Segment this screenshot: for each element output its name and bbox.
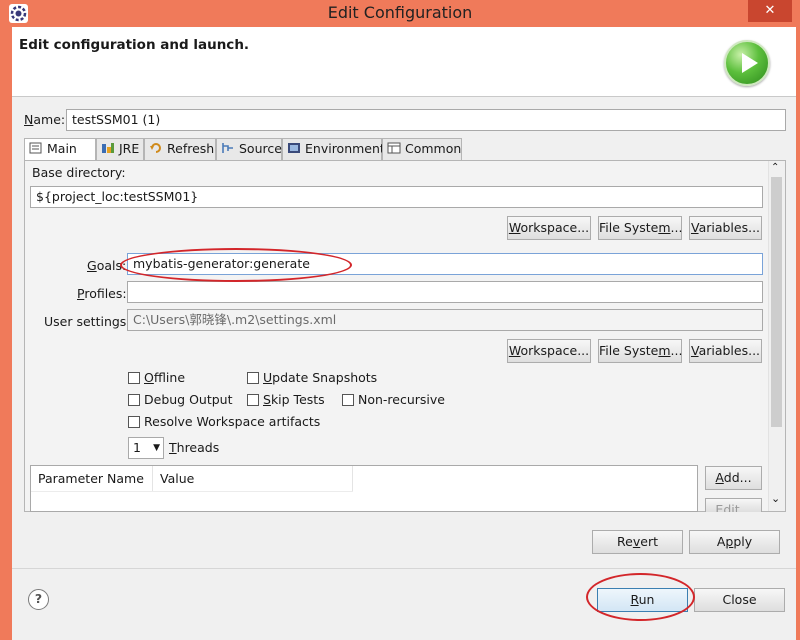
run-launch-icon	[724, 40, 770, 86]
add-button[interactable]: Add...	[705, 466, 762, 490]
jre-icon	[101, 140, 115, 153]
scrollbar-thumb[interactable]	[771, 177, 782, 427]
name-label: Name:	[24, 112, 66, 127]
threads-select[interactable]: 1 ▼	[128, 437, 164, 459]
offline-checkbox[interactable]	[128, 372, 140, 384]
profiles-label: Profiles:	[77, 286, 127, 301]
file-system-button-2[interactable]: File System...	[598, 339, 682, 363]
refresh-icon	[149, 140, 163, 153]
tab-common[interactable]: Common	[382, 138, 462, 160]
tab-environment[interactable]: Environment	[282, 138, 385, 160]
title-bar: Edit Configuration ✕	[0, 0, 800, 27]
tab-source-label: Source	[239, 141, 282, 156]
help-icon[interactable]: ?	[28, 589, 49, 610]
resolve-workspace-checkbox[interactable]	[128, 416, 140, 428]
chevron-down-icon: ▼	[153, 443, 160, 453]
environment-icon	[287, 140, 301, 153]
base-directory-label: Base directory:	[32, 165, 126, 180]
common-icon	[387, 140, 401, 154]
chevron-down-icon[interactable]: ⌄	[771, 492, 780, 505]
tab-main[interactable]: Main	[24, 138, 96, 161]
threads-label: Threads	[169, 440, 220, 455]
annotation-ellipse-run	[586, 573, 695, 621]
user-settings-input[interactable]: C:\Users\郭晓锋\.m2\settings.xml	[127, 309, 763, 331]
revert-button[interactable]: Revert	[592, 530, 683, 554]
non-recursive-label: Non-recursive	[358, 392, 445, 407]
column-header-value[interactable]: Value	[153, 466, 353, 491]
tab-refresh-label: Refresh	[167, 141, 215, 156]
update-snapshots-checkbox[interactable]	[247, 372, 259, 384]
tab-refresh[interactable]: Refresh	[144, 138, 216, 160]
column-header-parameter-name[interactable]: Parameter Name	[31, 466, 153, 491]
base-directory-input[interactable]: ${project_loc:testSSM01}	[30, 186, 763, 208]
chevron-up-icon[interactable]: ⌃	[771, 162, 779, 173]
variables-button-2[interactable]: Variables...	[689, 339, 762, 363]
source-icon	[221, 140, 235, 153]
tab-environment-label: Environment	[305, 141, 385, 156]
window-close-button[interactable]: ✕	[748, 0, 792, 22]
tab-jre-label: JRE	[119, 141, 140, 156]
annotation-ellipse-goals	[120, 248, 352, 282]
edit-button[interactable]: Edit...	[705, 498, 762, 512]
apply-button[interactable]: Apply	[689, 530, 780, 554]
tab-source[interactable]: Source	[216, 138, 282, 160]
debug-output-checkbox[interactable]	[128, 394, 140, 406]
user-settings-label: User settings:	[44, 314, 131, 329]
tab-main-label: Main	[47, 141, 77, 156]
skip-tests-label: Skip Tests	[263, 392, 325, 407]
parameter-table[interactable]: Parameter Name Value	[30, 465, 698, 512]
close-button[interactable]: Close	[694, 588, 785, 612]
variables-button-1[interactable]: Variables...	[689, 216, 762, 240]
header-title: Edit configuration and launch.	[19, 37, 250, 53]
skip-tests-checkbox[interactable]	[247, 394, 259, 406]
update-snapshots-label: Update Snapshots	[263, 370, 378, 385]
profiles-input[interactable]	[127, 281, 763, 303]
debug-output-label: Debug Output	[144, 392, 233, 407]
footer-divider	[12, 568, 796, 569]
resolve-workspace-label: Resolve Workspace artifacts	[144, 414, 321, 429]
window-title: Edit Configuration	[327, 3, 473, 22]
main-tab-icon	[29, 140, 43, 154]
workspace-button-1[interactable]: Workspace...	[507, 216, 591, 240]
workspace-button-2[interactable]: Workspace...	[507, 339, 591, 363]
file-system-button-1[interactable]: File System...	[598, 216, 682, 240]
threads-select-value: 1	[133, 440, 141, 455]
tab-common-label: Common	[405, 141, 462, 156]
main-tab-content	[24, 160, 786, 512]
tab-jre[interactable]: JRE	[96, 138, 144, 160]
offline-label: Offline	[144, 370, 186, 385]
tab-strip: Main JRE Refresh Source Environment Comm…	[24, 138, 764, 161]
non-recursive-checkbox[interactable]	[342, 394, 354, 406]
name-input[interactable]: testSSM01 (1)	[66, 109, 786, 131]
table-row	[31, 491, 353, 492]
